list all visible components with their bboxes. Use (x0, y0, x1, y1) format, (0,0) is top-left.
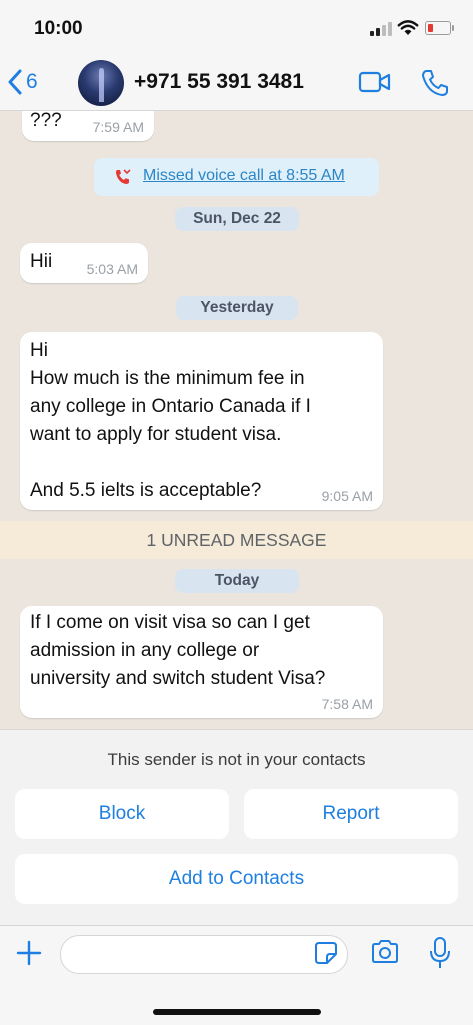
message-line: Hi (30, 340, 48, 361)
message-input[interactable] (60, 935, 348, 974)
date-separator: Yesterday (176, 296, 298, 320)
home-indicator (153, 1009, 321, 1015)
contact-name[interactable]: +971 55 391 3481 (134, 70, 304, 94)
sticker-icon[interactable] (314, 941, 338, 965)
wifi-icon (397, 20, 419, 35)
plus-icon[interactable] (16, 940, 42, 966)
missed-call-notice[interactable]: Missed voice call at 8:55 AM (94, 158, 379, 196)
add-to-contacts-button[interactable]: Add to Contacts (15, 854, 458, 904)
message-bubble[interactable]: Hii 5:03 AM (20, 243, 148, 283)
battery-icon (425, 21, 454, 35)
date-separator: Sun, Dec 22 (175, 207, 299, 231)
status-time: 10:00 (34, 18, 83, 39)
sender-notice: This sender is not in your contacts (107, 750, 366, 769)
back-unread-count: 6 (26, 70, 38, 93)
message-line: university and switch student Visa? (30, 668, 326, 689)
chat-area[interactable]: ??? 7:59 AM Missed voice call at 8:55 AM… (0, 111, 473, 729)
block-button[interactable]: Block (15, 789, 229, 839)
missed-call-icon (116, 169, 131, 184)
message-bubble[interactable]: ??? 7:59 AM (22, 111, 154, 141)
message-line: admission in any college or (30, 640, 260, 661)
message-time: 9:05 AM (321, 488, 373, 504)
message-line: If I come on visit visa so can I get (30, 612, 310, 633)
message-time: 5:03 AM (86, 261, 138, 277)
message-text: If I come on visit visa so can I get adm… (30, 609, 325, 693)
avatar[interactable] (78, 60, 124, 106)
chat-header: 6 +971 55 391 3481 (0, 56, 473, 111)
message-bubble[interactable]: Hi How much is the minimum fee in any co… (20, 332, 383, 510)
status-bar: 10:00 (0, 0, 473, 56)
message-bubble[interactable]: If I come on visit visa so can I get adm… (20, 606, 383, 718)
message-time: 7:59 AM (92, 119, 144, 135)
message-text: Hi How much is the minimum fee in any co… (30, 337, 311, 505)
unread-banner: 1 UNREAD MESSAGE (0, 521, 473, 559)
phone-icon[interactable] (420, 68, 450, 98)
message-time: 7:58 AM (321, 696, 373, 712)
chevron-left-icon (8, 69, 22, 95)
unknown-sender-panel: This sender is not in your contacts Bloc… (0, 729, 473, 926)
message-text: ??? (30, 111, 62, 131)
message-line: want to apply for student visa. (30, 424, 282, 445)
missed-call-text: Missed voice call at 8:55 AM (143, 167, 345, 184)
message-line: And 5.5 ielts is acceptable? (30, 480, 262, 501)
message-line: any college in Ontario Canada if I (30, 396, 311, 417)
report-button[interactable]: Report (244, 789, 458, 839)
signal-icon (370, 22, 396, 36)
input-bar (0, 925, 473, 1025)
message-text: Hii (30, 251, 53, 272)
date-separator: Today (175, 569, 299, 593)
back-button[interactable]: 6 (8, 65, 38, 99)
message-line: How much is the minimum fee in (30, 368, 305, 389)
camera-icon[interactable] (370, 939, 400, 965)
mic-icon[interactable] (428, 936, 452, 970)
video-icon[interactable] (358, 70, 392, 94)
